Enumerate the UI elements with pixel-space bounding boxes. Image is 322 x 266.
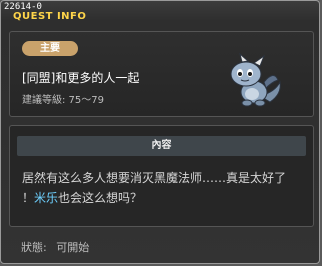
content-section-header: 內容 [17, 136, 306, 156]
quest-name: [同盟]和更多的人一起 [22, 71, 140, 85]
quest-summary-panel: 主要 [同盟]和更多的人一起 建議等級: 75～79 [9, 31, 314, 117]
quest-info-window: 22614-0 QUEST INFO 主要 [同盟]和更多的人一起 建議等級: … [0, 0, 320, 264]
quest-status: 狀態: 可開始 [21, 239, 89, 255]
description-suffix: 也会这么想吗？ [58, 191, 143, 205]
status-value: 可開始 [56, 241, 90, 254]
quest-category-badge: 主要 [22, 41, 78, 56]
status-label: 狀態: [21, 241, 47, 254]
description-prefix: ！ [22, 191, 35, 205]
quest-description: 居然有这么多人想要消灭黑魔法师……真是太好了 ！米乐也会这么想吗？ [22, 168, 307, 208]
window-title: QUEST INFO [13, 11, 87, 22]
description-line-1: 居然有这么多人想要消灭黑魔法师……真是太好了 [22, 171, 287, 185]
quest-content-panel: 內容 居然有这么多人想要消灭黑魔法师……真是太好了 ！米乐也会这么想吗？ [9, 125, 314, 227]
recommended-level: 建議等級: 75～79 [22, 95, 104, 106]
baby-dragon-npc-icon [230, 52, 281, 107]
npc-name-link: 米乐 [34, 191, 59, 205]
